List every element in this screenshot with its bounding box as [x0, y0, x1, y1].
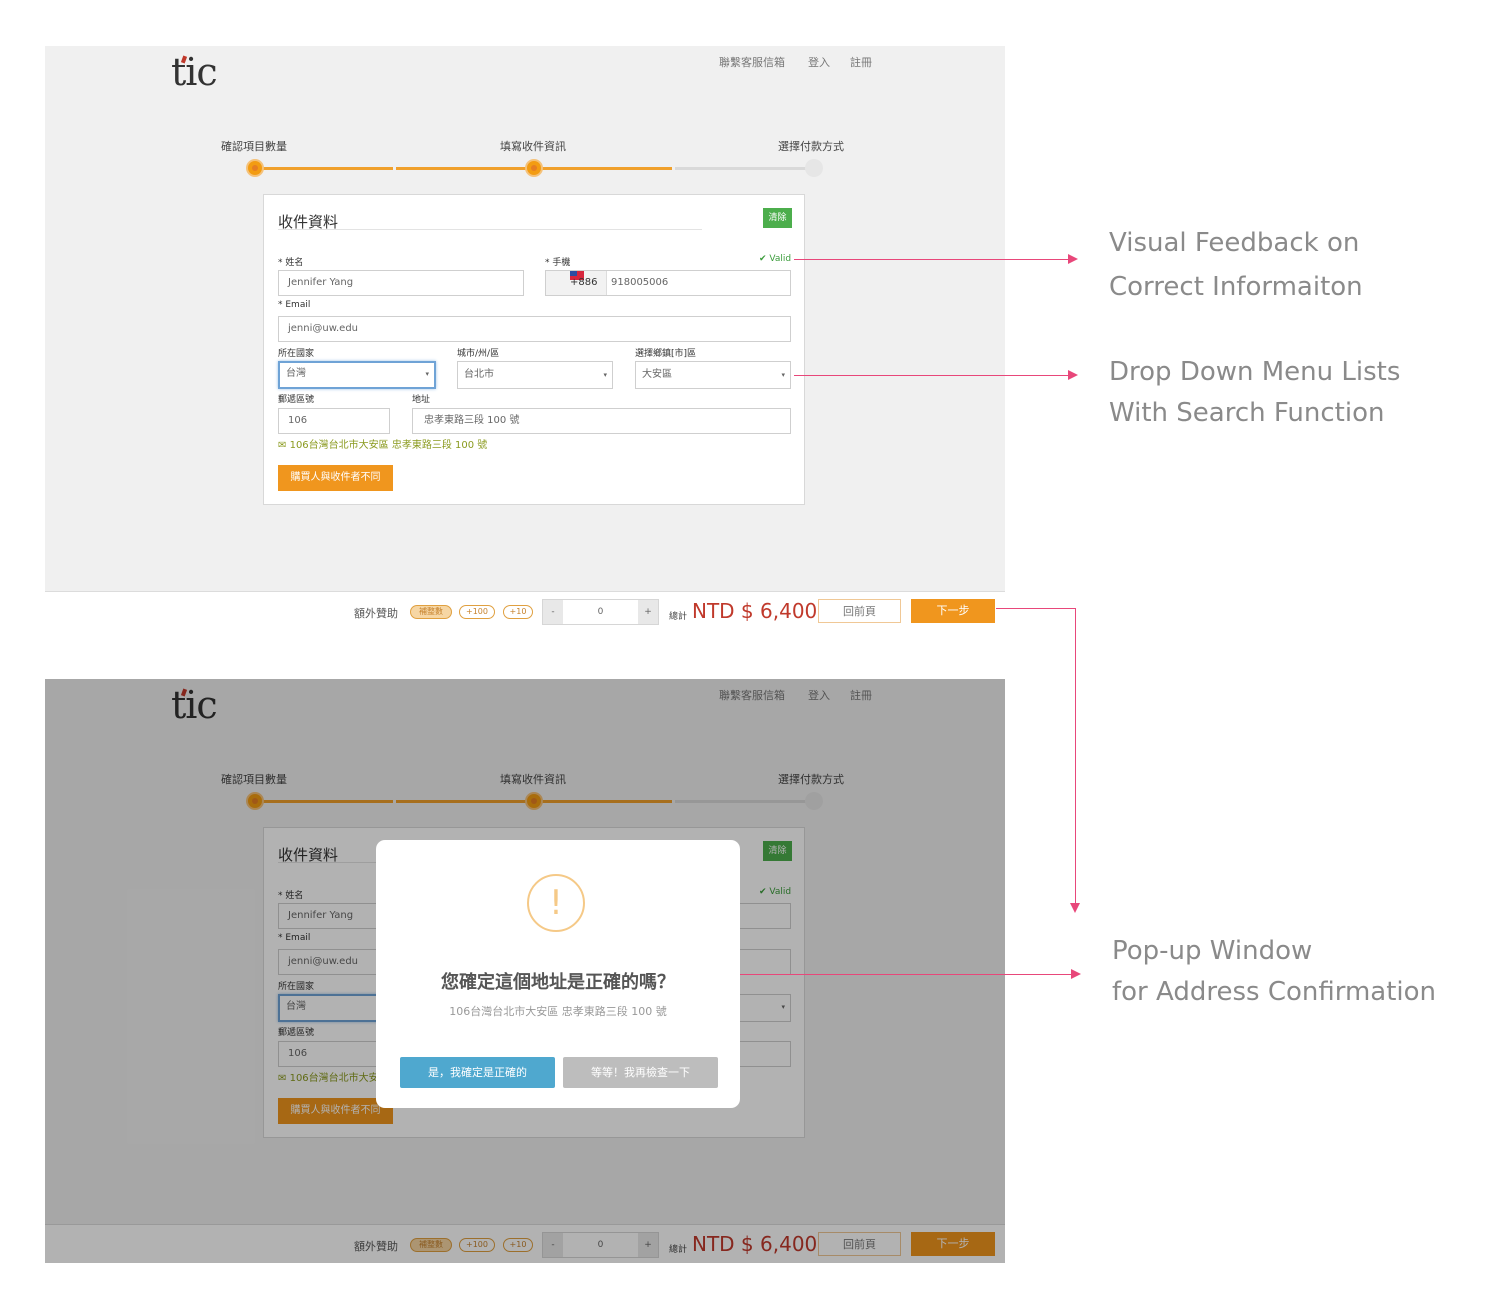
progress-track-3: [675, 167, 815, 170]
extra-sponsor-label: 額外贊助: [354, 607, 398, 620]
annotation-popup: Pop-up Window for Address Confirmation: [1112, 931, 1436, 1013]
add-10-pill[interactable]: +10: [503, 605, 533, 619]
add-100-pill[interactable]: +100: [459, 605, 495, 619]
quantity-stepper: - 0 +: [542, 599, 659, 625]
back-button[interactable]: 回前頁: [818, 599, 901, 623]
arrow-head-3: [1070, 903, 1080, 913]
phone-value: 918005006: [611, 277, 669, 288]
name-label: * 姓名: [278, 258, 304, 268]
arrow-head-4: [1071, 969, 1081, 979]
district-select[interactable]: 大安區 ▾: [635, 361, 791, 389]
annotation-line: With Search Function: [1109, 398, 1385, 428]
round-up-pill[interactable]: 補整數: [410, 605, 452, 619]
annotation-visual-feedback: Visual Feedback on Correct Informaiton: [1109, 221, 1363, 309]
arrow-line-3b: [1075, 608, 1076, 906]
phone-field[interactable]: +886 918005006: [545, 270, 791, 296]
annotation-line: Visual Feedback on: [1109, 228, 1360, 258]
progress-track-1: [256, 167, 393, 170]
city-value: 台北市: [464, 369, 494, 380]
annotation-line: for Address Confirmation: [1112, 977, 1437, 1007]
annotation-line: Correct Informaiton: [1109, 272, 1363, 302]
city-label: 城市/州/區: [457, 349, 500, 359]
phone-label: * 手機: [545, 258, 571, 268]
total-value: NTD $ 6,400: [692, 599, 818, 623]
quantity-input[interactable]: 0: [563, 600, 638, 624]
contact-link[interactable]: 聯繫客服信箱: [719, 54, 785, 70]
step-1-label: 確認項目數量: [221, 140, 287, 153]
confirm-address-button[interactable]: 是，我確定是正確的: [400, 1057, 555, 1088]
decrement-button[interactable]: -: [543, 600, 563, 624]
zip-field[interactable]: 106: [278, 408, 390, 434]
step-2-dot: [525, 159, 543, 177]
country-value: 台灣: [286, 368, 306, 379]
district-label: 選擇鄉鎮[市]區: [635, 349, 697, 359]
district-value: 大安區: [642, 369, 672, 380]
valid-indicator: ✔ Valid: [759, 254, 792, 264]
step-1-dot: [246, 159, 264, 177]
country-label: 所在國家: [278, 349, 315, 359]
title-divider: [278, 229, 702, 230]
address-preview-text: 106台灣台北市大安區 忠孝東路三段 100 號: [289, 440, 488, 451]
warning-icon: !: [527, 874, 585, 932]
annotation-dropdown: Drop Down Menu Lists With Search Functio…: [1109, 352, 1400, 434]
address-field[interactable]: 忠孝東路三段 100 號: [412, 408, 791, 434]
address-preview: ✉ 106台灣台北市大安區 忠孝東路三段 100 號: [278, 436, 487, 451]
total-label: 總計: [669, 612, 688, 622]
dropdown-caret-icon: ▾: [425, 370, 429, 378]
name-field[interactable]: Jennifer Yang: [278, 270, 524, 296]
dropdown-caret-icon: ▾: [781, 371, 785, 379]
email-field[interactable]: jenni@uw.edu: [278, 316, 791, 342]
register-link[interactable]: 註冊: [850, 54, 872, 70]
modal-address: 106台灣台北市大安區 忠孝東路三段 100 號: [449, 1005, 667, 1018]
step-3-dot: [805, 159, 823, 177]
annotation-line: Drop Down Menu Lists: [1109, 357, 1401, 387]
footer-bar: 額外贊助 補整數 +100 +10 - 0 + 總計 NTD $ 6,400 回…: [45, 591, 1005, 626]
checkout-screen-modal: tic 聯繫客服信箱 登入 註冊 確認項目數量 填寫收件資訊 選擇付款方式 收件…: [45, 679, 1005, 1263]
increment-button[interactable]: +: [638, 600, 658, 624]
arrow-head-2: [1068, 370, 1078, 380]
step-2-label: 填寫收件資訊: [500, 140, 566, 153]
zip-label: 郵遞區號: [278, 395, 315, 405]
arrow-line-3a: [996, 608, 1075, 609]
recheck-address-button[interactable]: 等等！我再檢查一下: [563, 1057, 718, 1088]
address-confirm-modal: ! 您確定這個地址是正確的嗎？ 106台灣台北市大安區 忠孝東路三段 100 號…: [376, 840, 740, 1108]
address-label: 地址: [412, 395, 431, 405]
arrow-line-1: [794, 259, 1074, 260]
annotation-line: Pop-up Window: [1112, 936, 1313, 966]
country-code-selector[interactable]: +886: [546, 271, 607, 295]
arrow-line-2: [794, 375, 1074, 376]
checkout-screen-form: tic 聯繫客服信箱 登入 註冊 確認項目數量 填寫收件資訊 選擇付款方式 收件…: [45, 46, 1005, 626]
logo[interactable]: tic: [171, 50, 218, 94]
logo-text: tic: [171, 50, 218, 94]
buyer-different-button[interactable]: 購買人與收件者不同: [278, 465, 393, 491]
modal-title: 您確定這個地址是正確的嗎？: [441, 972, 675, 993]
dropdown-caret-icon: ▾: [603, 371, 607, 379]
city-select[interactable]: 台北市 ▾: [457, 361, 613, 389]
envelope-icon: ✉: [278, 440, 287, 451]
email-label: * Email: [278, 300, 311, 310]
arrow-line-4: [740, 974, 1077, 975]
clear-button[interactable]: 清除: [763, 208, 792, 228]
shipping-form-card: 收件資料 清除 * 姓名 Jennifer Yang * 手機 ✔ Valid …: [263, 194, 805, 505]
next-button[interactable]: 下一步: [911, 599, 995, 623]
step-3-label: 選擇付款方式: [778, 140, 844, 153]
country-select[interactable]: 台灣 ▾: [278, 361, 436, 389]
arrow-head-1: [1068, 254, 1078, 264]
login-link[interactable]: 登入: [808, 54, 830, 70]
country-code: +886: [570, 277, 598, 288]
